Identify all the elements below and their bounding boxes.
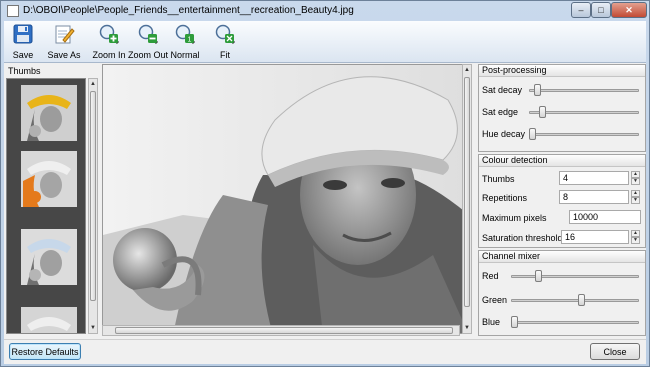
zoom-normal-icon: 1 xyxy=(175,24,196,45)
channel-mixer-group: Channel mixer Red Green Blue xyxy=(478,250,646,336)
toolbar: Save Save As Zoom In Zoom Out 1 Normal F… xyxy=(4,21,646,63)
hue-decay-slider[interactable] xyxy=(529,133,639,136)
scroll-down-arrow-icon[interactable]: ▼ xyxy=(89,323,97,333)
saturation-threshold-field[interactable]: 16 xyxy=(561,230,629,244)
scroll-up-arrow-icon[interactable]: ▲ xyxy=(89,79,97,89)
green-slider[interactable] xyxy=(511,299,639,302)
image-scroll-down-arrow-icon[interactable]: ▼ xyxy=(463,323,471,333)
colour-detection-group: Colour detection Thumbs 4 ▲ ▼ Repetition… xyxy=(478,154,646,248)
sat-decay-slider[interactable] xyxy=(529,89,639,92)
fit-button[interactable]: Fit xyxy=(212,23,238,60)
restore-defaults-button[interactable]: Restore Defaults xyxy=(9,343,81,360)
image-horizontal-scrollbar[interactable] xyxy=(102,325,460,336)
notepad-pencil-icon xyxy=(55,25,75,44)
hue-decay-slider-handle[interactable] xyxy=(529,128,536,140)
save-as-button[interactable]: Save As xyxy=(46,23,82,60)
minimize-button[interactable]: – xyxy=(571,2,591,18)
title-bar[interactable]: D:\OBOI\People\People_Friends__entertain… xyxy=(1,1,649,21)
thumbs-count-label: Thumbs xyxy=(482,174,515,184)
thumbnail-1[interactable] xyxy=(21,85,77,141)
sat-decay-label: Sat decay xyxy=(482,85,523,95)
repetitions-down-icon[interactable]: ▼ xyxy=(631,197,640,204)
close-window-button[interactable]: ✕ xyxy=(611,2,647,18)
post-processing-group: Post-processing Sat decay Sat edge Hue d… xyxy=(478,64,646,152)
image-view[interactable] xyxy=(102,64,468,334)
floppy-disk-icon xyxy=(13,24,33,44)
repetitions-field[interactable]: 8 xyxy=(559,190,629,204)
settings-panel: Post-processing Sat decay Sat edge Hue d… xyxy=(478,64,646,336)
zoom-out-icon xyxy=(138,24,159,45)
sat-edge-slider-handle[interactable] xyxy=(539,106,547,118)
post-processing-title: Post-processing xyxy=(479,65,645,77)
photo-canvas xyxy=(103,65,467,333)
hue-decay-label: Hue decay xyxy=(482,129,526,139)
saturation-threshold-down-icon[interactable]: ▼ xyxy=(631,237,640,244)
thumbs-panel: Thumbs ▲ ▼ xyxy=(4,64,99,336)
image-vertical-scrollbar[interactable]: ▲ ▼ xyxy=(462,64,472,334)
fit-label: Fit xyxy=(220,50,230,60)
main-window: D:\OBOI\People\People_Friends__entertain… xyxy=(0,0,650,367)
save-button[interactable]: Save xyxy=(10,23,36,60)
thumbs-count-up-icon[interactable]: ▲ xyxy=(631,171,640,178)
blue-slider[interactable] xyxy=(511,321,639,324)
maximum-pixels-field[interactable]: 10000 xyxy=(569,210,641,224)
image-vscroll-thumb[interactable] xyxy=(464,77,470,307)
green-slider-handle[interactable] xyxy=(577,294,585,306)
sat-decay-slider-handle[interactable] xyxy=(534,84,542,96)
red-label: Red xyxy=(482,271,499,281)
zoom-fit-icon xyxy=(215,24,236,45)
save-as-label: Save As xyxy=(47,50,81,60)
client-area: Save Save As Zoom In Zoom Out 1 Normal F… xyxy=(4,21,646,364)
red-slider-handle[interactable] xyxy=(535,270,543,282)
colour-detection-title: Colour detection xyxy=(479,155,645,167)
sat-edge-label: Sat edge xyxy=(482,107,519,117)
zoom-out-button[interactable]: Zoom Out xyxy=(128,23,168,60)
thumbnail-2[interactable] xyxy=(21,151,77,207)
close-button[interactable]: Close xyxy=(590,343,640,360)
blue-slider-handle[interactable] xyxy=(511,316,518,328)
zoom-out-label: Zoom Out xyxy=(128,50,169,60)
thumbs-count-down-icon[interactable]: ▼ xyxy=(631,178,640,185)
thumbs-scroll-thumb[interactable] xyxy=(90,91,96,301)
zoom-in-label: Zoom In xyxy=(92,50,126,60)
zoom-in-icon xyxy=(99,24,120,45)
normal-zoom-button[interactable]: 1 Normal xyxy=(170,23,200,60)
channel-mixer-title: Channel mixer xyxy=(479,251,645,263)
red-slider[interactable] xyxy=(511,275,639,278)
thumbnail-list[interactable] xyxy=(6,78,86,334)
blue-label: Blue xyxy=(482,317,501,327)
repetitions-label: Repetitions xyxy=(482,193,528,203)
image-scroll-up-arrow-icon[interactable]: ▲ xyxy=(463,65,471,75)
normal-label: Normal xyxy=(170,50,200,60)
image-hscroll-thumb[interactable] xyxy=(115,327,453,334)
footer-bar: Restore Defaults Close xyxy=(4,339,646,364)
svg-text:1: 1 xyxy=(188,37,192,44)
thumbs-count-field[interactable]: 4 xyxy=(559,171,629,185)
maximize-button[interactable]: □ xyxy=(591,2,611,18)
saturation-threshold-label: Saturation threshold xyxy=(482,233,563,243)
repetitions-up-icon[interactable]: ▲ xyxy=(631,190,640,197)
thumbs-vertical-scrollbar[interactable]: ▲ ▼ xyxy=(88,78,98,334)
maximum-pixels-label: Maximum pixels xyxy=(482,213,547,223)
saturation-threshold-up-icon[interactable]: ▲ xyxy=(631,230,640,237)
window-title: D:\OBOI\People\People_Friends__entertain… xyxy=(23,5,354,16)
thumbs-title: Thumbs xyxy=(8,66,41,76)
save-label: Save xyxy=(12,50,34,60)
app-icon xyxy=(7,5,19,17)
thumbnail-4[interactable] xyxy=(21,307,77,334)
zoom-in-button[interactable]: Zoom In xyxy=(92,23,126,60)
green-label: Green xyxy=(482,295,508,305)
thumbnail-3[interactable] xyxy=(21,229,77,285)
